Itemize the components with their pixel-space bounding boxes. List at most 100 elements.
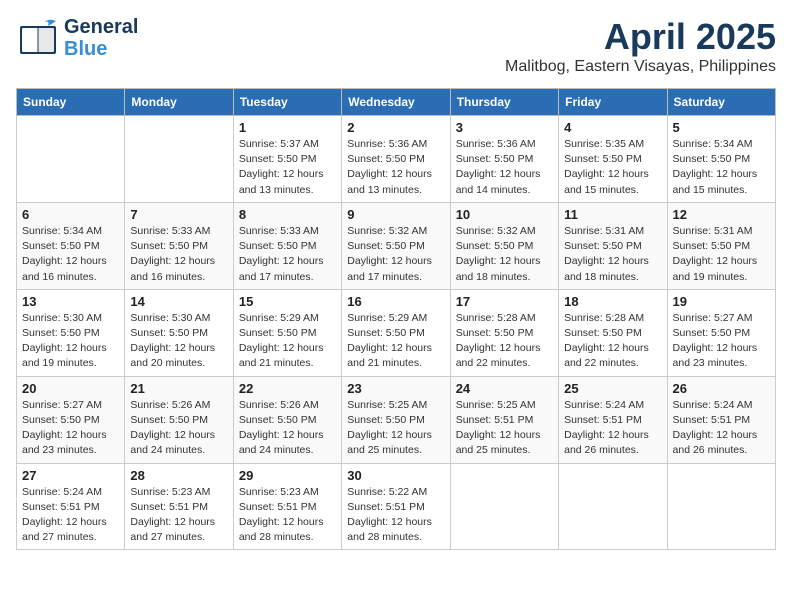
calendar-cell: 4 Sunrise: 5:35 AMSunset: 5:50 PMDaylight… bbox=[559, 116, 667, 203]
day-detail: Sunrise: 5:36 AMSunset: 5:50 PMDaylight:… bbox=[347, 137, 444, 198]
calendar-table: SundayMondayTuesdayWednesdayThursdayFrid… bbox=[16, 88, 776, 550]
calendar-cell bbox=[125, 116, 233, 203]
day-detail: Sunrise: 5:36 AMSunset: 5:50 PMDaylight:… bbox=[456, 137, 553, 198]
calendar-cell: 8 Sunrise: 5:33 AMSunset: 5:50 PMDaylight… bbox=[233, 202, 341, 289]
calendar-header-row: SundayMondayTuesdayWednesdayThursdayFrid… bbox=[17, 89, 776, 116]
page-title: April 2025 bbox=[505, 16, 776, 58]
day-number: 26 bbox=[673, 381, 770, 396]
day-number: 11 bbox=[564, 207, 661, 222]
day-number: 27 bbox=[22, 468, 119, 483]
day-number: 1 bbox=[239, 120, 336, 135]
day-number: 17 bbox=[456, 294, 553, 309]
day-detail: Sunrise: 5:24 AMSunset: 5:51 PMDaylight:… bbox=[673, 398, 770, 459]
calendar-cell: 14 Sunrise: 5:30 AMSunset: 5:50 PMDayligh… bbox=[125, 289, 233, 376]
calendar-cell: 26 Sunrise: 5:24 AMSunset: 5:51 PMDayligh… bbox=[667, 376, 775, 463]
day-detail: Sunrise: 5:25 AMSunset: 5:51 PMDaylight:… bbox=[456, 398, 553, 459]
calendar-cell: 1 Sunrise: 5:37 AMSunset: 5:50 PMDaylight… bbox=[233, 116, 341, 203]
calendar-cell: 18 Sunrise: 5:28 AMSunset: 5:50 PMDayligh… bbox=[559, 289, 667, 376]
day-number: 5 bbox=[673, 120, 770, 135]
day-detail: Sunrise: 5:23 AMSunset: 5:51 PMDaylight:… bbox=[239, 485, 336, 546]
day-detail: Sunrise: 5:35 AMSunset: 5:50 PMDaylight:… bbox=[564, 137, 661, 198]
day-number: 20 bbox=[22, 381, 119, 396]
day-header-saturday: Saturday bbox=[667, 89, 775, 116]
day-number: 3 bbox=[456, 120, 553, 135]
day-detail: Sunrise: 5:30 AMSunset: 5:50 PMDaylight:… bbox=[22, 311, 119, 372]
calendar-cell bbox=[559, 463, 667, 550]
logo: General Blue bbox=[16, 16, 138, 60]
day-number: 21 bbox=[130, 381, 227, 396]
day-detail: Sunrise: 5:32 AMSunset: 5:50 PMDaylight:… bbox=[456, 224, 553, 285]
day-detail: Sunrise: 5:29 AMSunset: 5:50 PMDaylight:… bbox=[239, 311, 336, 372]
day-detail: Sunrise: 5:29 AMSunset: 5:50 PMDaylight:… bbox=[347, 311, 444, 372]
day-number: 18 bbox=[564, 294, 661, 309]
day-header-friday: Friday bbox=[559, 89, 667, 116]
calendar-cell: 16 Sunrise: 5:29 AMSunset: 5:50 PMDayligh… bbox=[342, 289, 450, 376]
day-header-wednesday: Wednesday bbox=[342, 89, 450, 116]
calendar-cell: 17 Sunrise: 5:28 AMSunset: 5:50 PMDayligh… bbox=[450, 289, 558, 376]
day-detail: Sunrise: 5:22 AMSunset: 5:51 PMDaylight:… bbox=[347, 485, 444, 546]
day-detail: Sunrise: 5:23 AMSunset: 5:51 PMDaylight:… bbox=[130, 485, 227, 546]
calendar-cell: 15 Sunrise: 5:29 AMSunset: 5:50 PMDayligh… bbox=[233, 289, 341, 376]
day-number: 29 bbox=[239, 468, 336, 483]
page-subtitle: Malitbog, Eastern Visayas, Philippines bbox=[505, 58, 776, 76]
day-header-thursday: Thursday bbox=[450, 89, 558, 116]
day-number: 10 bbox=[456, 207, 553, 222]
day-number: 23 bbox=[347, 381, 444, 396]
calendar-cell: 5Sunrise: 5:34 AMSunset: 5:50 PMDaylight… bbox=[667, 116, 775, 203]
calendar-cell: 24 Sunrise: 5:25 AMSunset: 5:51 PMDayligh… bbox=[450, 376, 558, 463]
day-detail: Sunrise: 5:25 AMSunset: 5:50 PMDaylight:… bbox=[347, 398, 444, 459]
day-detail: Sunrise: 5:31 AMSunset: 5:50 PMDaylight:… bbox=[564, 224, 661, 285]
calendar-cell: 6Sunrise: 5:34 AMSunset: 5:50 PMDaylight… bbox=[17, 202, 125, 289]
day-detail: Sunrise: 5:28 AMSunset: 5:50 PMDaylight:… bbox=[456, 311, 553, 372]
day-header-tuesday: Tuesday bbox=[233, 89, 341, 116]
page-header: General Blue April 2025 Malitbog, Easter… bbox=[16, 16, 776, 76]
day-number: 22 bbox=[239, 381, 336, 396]
calendar-cell: 12 Sunrise: 5:31 AMSunset: 5:50 PMDayligh… bbox=[667, 202, 775, 289]
calendar-cell: 10 Sunrise: 5:32 AMSunset: 5:50 PMDayligh… bbox=[450, 202, 558, 289]
day-number: 19 bbox=[673, 294, 770, 309]
logo-icon bbox=[16, 16, 60, 60]
calendar-cell: 20 Sunrise: 5:27 AMSunset: 5:50 PMDayligh… bbox=[17, 376, 125, 463]
day-detail: Sunrise: 5:33 AMSunset: 5:50 PMDaylight:… bbox=[130, 224, 227, 285]
day-number: 28 bbox=[130, 468, 227, 483]
day-detail: Sunrise: 5:33 AMSunset: 5:50 PMDaylight:… bbox=[239, 224, 336, 285]
calendar-cell: 3 Sunrise: 5:36 AMSunset: 5:50 PMDaylight… bbox=[450, 116, 558, 203]
calendar-week-1: 1 Sunrise: 5:37 AMSunset: 5:50 PMDaylight… bbox=[17, 116, 776, 203]
day-number: 16 bbox=[347, 294, 444, 309]
calendar-cell: 19Sunrise: 5:27 AMSunset: 5:50 PMDayligh… bbox=[667, 289, 775, 376]
calendar-cell bbox=[667, 463, 775, 550]
day-detail: Sunrise: 5:28 AMSunset: 5:50 PMDaylight:… bbox=[564, 311, 661, 372]
day-number: 4 bbox=[564, 120, 661, 135]
day-detail: Sunrise: 5:27 AMSunset: 5:50 PMDaylight:… bbox=[22, 398, 119, 459]
day-number: 8 bbox=[239, 207, 336, 222]
calendar-cell: 23 Sunrise: 5:25 AMSunset: 5:50 PMDayligh… bbox=[342, 376, 450, 463]
calendar-cell: 7Sunrise: 5:33 AMSunset: 5:50 PMDaylight… bbox=[125, 202, 233, 289]
day-detail: Sunrise: 5:37 AMSunset: 5:50 PMDaylight:… bbox=[239, 137, 336, 198]
day-number: 30 bbox=[347, 468, 444, 483]
day-number: 2 bbox=[347, 120, 444, 135]
day-detail: Sunrise: 5:26 AMSunset: 5:50 PMDaylight:… bbox=[239, 398, 336, 459]
calendar-week-3: 13Sunrise: 5:30 AMSunset: 5:50 PMDayligh… bbox=[17, 289, 776, 376]
day-header-sunday: Sunday bbox=[17, 89, 125, 116]
day-detail: Sunrise: 5:34 AMSunset: 5:50 PMDaylight:… bbox=[22, 224, 119, 285]
calendar-week-2: 6Sunrise: 5:34 AMSunset: 5:50 PMDaylight… bbox=[17, 202, 776, 289]
calendar-cell: 30 Sunrise: 5:22 AMSunset: 5:51 PMDayligh… bbox=[342, 463, 450, 550]
day-detail: Sunrise: 5:30 AMSunset: 5:50 PMDaylight:… bbox=[130, 311, 227, 372]
day-number: 15 bbox=[239, 294, 336, 309]
day-number: 9 bbox=[347, 207, 444, 222]
day-number: 24 bbox=[456, 381, 553, 396]
day-number: 25 bbox=[564, 381, 661, 396]
calendar-week-4: 20 Sunrise: 5:27 AMSunset: 5:50 PMDayligh… bbox=[17, 376, 776, 463]
calendar-cell: 27Sunrise: 5:24 AMSunset: 5:51 PMDayligh… bbox=[17, 463, 125, 550]
day-number: 12 bbox=[673, 207, 770, 222]
calendar-week-5: 27Sunrise: 5:24 AMSunset: 5:51 PMDayligh… bbox=[17, 463, 776, 550]
calendar-cell: 28 Sunrise: 5:23 AMSunset: 5:51 PMDayligh… bbox=[125, 463, 233, 550]
logo-text-line2: Blue bbox=[64, 38, 138, 60]
calendar-cell: 2 Sunrise: 5:36 AMSunset: 5:50 PMDaylight… bbox=[342, 116, 450, 203]
calendar-cell: 22 Sunrise: 5:26 AMSunset: 5:50 PMDayligh… bbox=[233, 376, 341, 463]
day-number: 14 bbox=[130, 294, 227, 309]
calendar-cell bbox=[17, 116, 125, 203]
day-detail: Sunrise: 5:26 AMSunset: 5:50 PMDaylight:… bbox=[130, 398, 227, 459]
calendar-cell: 13Sunrise: 5:30 AMSunset: 5:50 PMDayligh… bbox=[17, 289, 125, 376]
day-detail: Sunrise: 5:31 AMSunset: 5:50 PMDaylight:… bbox=[673, 224, 770, 285]
